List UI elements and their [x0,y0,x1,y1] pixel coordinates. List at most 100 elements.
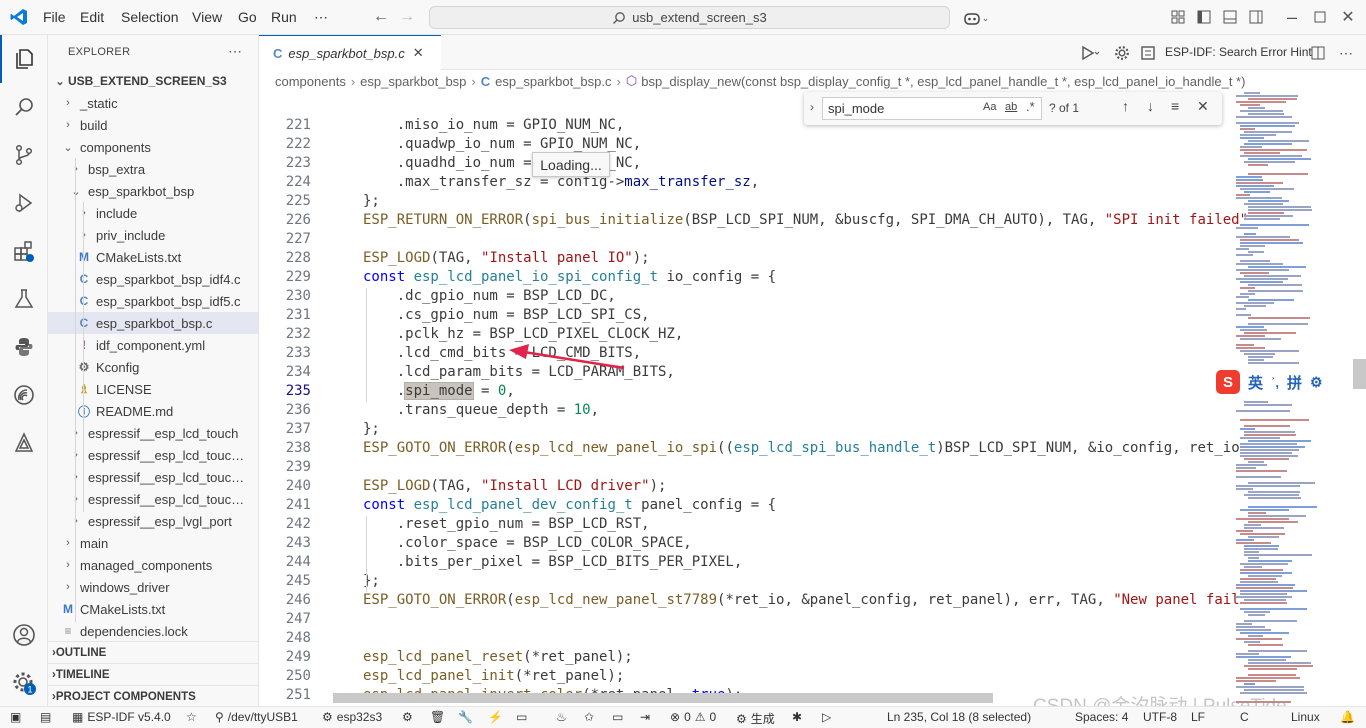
more-actions-icon[interactable]: ⋯ [1337,44,1355,62]
tree-folder[interactable]: › espressif__esp_lvgl_port [48,510,258,532]
run-play-icon[interactable]: ▷ [822,710,831,724]
tree-file[interactable]: Cesp_sparkbot_bsp.c [48,312,258,334]
tree-file[interactable]: ⚙ Kconfig [48,356,258,378]
menu-edit[interactable]: Edit [80,9,104,25]
ime-settings-gear-icon[interactable]: ⚙ [1310,374,1323,391]
serial-port[interactable]: ⚲/dev/ttyUSB1 [215,710,298,724]
tree-folder[interactable]: › managed_components [48,554,258,576]
trash-icon[interactable]: 🗑 [430,710,445,724]
breadcrumb-file[interactable]: esp_sparkbot_bsp.c [495,74,611,89]
code-line[interactable]: .trans_queue_depth = 10, [363,402,599,418]
testing-flask-icon[interactable] [0,275,48,323]
tree-file[interactable]: M CMakeLists.txt [48,598,258,620]
board-icon[interactable]: ▤ [40,710,51,724]
build-button[interactable]: ⚙ 生成 [736,710,775,727]
code-line[interactable]: .color_space = BSP_LCD_COLOR_SPACE, [363,535,692,551]
code-line[interactable]: .spi_mode = 0, [363,382,515,400]
tree-file[interactable]: Cesp_sparkbot_bsp_idf5.c [48,290,258,312]
tree-file[interactable]: ≡ dependencies.lock [48,620,258,642]
copilot-icon[interactable]: ⌄ [962,9,990,27]
tree-folder[interactable]: › espressif__esp_lcd_touc… [48,488,258,510]
code-line[interactable]: .dc_gpio_num = BSP_LCD_DC, [363,288,616,304]
customize-layout-icon[interactable] [1170,9,1186,25]
debug-bug-icon[interactable]: ✱ [792,710,802,724]
code-line[interactable]: }; [363,193,380,209]
breadcrumb-components[interactable]: components [275,74,346,89]
minimize-icon[interactable]: – [1284,7,1300,27]
code-line[interactable]: .quadwp_io_num = GPIO_NUM_NC, [363,136,641,152]
monitor-icon[interactable]: ▭ [516,710,527,724]
find-input[interactable]: spi_mode Aa ab .* [822,97,1042,120]
toggle-primary-sidebar-icon[interactable] [1196,9,1212,25]
code-line[interactable]: ESP_GOTO_ON_ERROR(esp_lcd_new_panel_io_s… [363,440,1240,456]
tree-folder[interactable]: › include [48,202,258,224]
code-line[interactable]: esp_lcd_panel_reset(*ret_panel); [363,649,633,665]
ime-toolbar[interactable]: S 英 ʾ, 拼 ⚙ [1212,367,1330,397]
tree-file[interactable]: ♗ LICENSE [48,378,258,400]
close-window-icon[interactable]: ✕ [1340,9,1356,26]
tree-file[interactable]: Cesp_sparkbot_bsp_idf4.c [48,268,258,290]
tree-folder[interactable]: › _static [48,92,258,114]
tree-folder[interactable]: › priv_include [48,224,258,246]
workspace-root[interactable]: ⌄ USB_EXTEND_SCREEN_S3 [48,70,258,92]
breadcrumb-symbol[interactable]: bsp_display_new(const bsp_display_config… [641,74,1245,89]
code-line[interactable]: ESP_LOGD(TAG, "Install LCD driver"); [363,478,666,494]
esp-idf-icon[interactable] [1139,44,1157,62]
horizontal-scrollbar-thumb[interactable] [333,693,993,703]
code-line[interactable]: }; [363,421,380,437]
maximize-icon[interactable] [1312,9,1328,25]
toggle-replace-chevron-icon[interactable]: › [810,100,814,114]
esp-idf-version[interactable]: ▦ ESP-IDF v5.4.0 [72,710,171,724]
vertical-scrollbar-thumb[interactable] [1353,359,1366,389]
ime-pinyin[interactable]: 拼 [1287,372,1302,393]
indentation[interactable]: Spaces: 4 [1075,710,1128,724]
star-outline-icon[interactable]: ✩ [584,710,594,724]
tree-folder[interactable]: › main [48,532,258,554]
ime-mode[interactable]: 英 [1248,372,1263,393]
forward-arrow-icon[interactable]: → [398,8,416,26]
next-match-arrow-icon[interactable]: ↓ [1147,98,1154,114]
ime-punctuation[interactable]: ʾ, [1271,375,1279,390]
code-line[interactable]: .cs_gpio_num = BSP_LCD_SPI_CS, [363,307,650,323]
menu-run[interactable]: Run [271,9,297,25]
language-mode[interactable]: C [1240,710,1249,724]
regex-icon[interactable]: .* [1026,99,1035,114]
espressif-icon[interactable] [0,371,48,419]
code-line[interactable]: .reset_gpio_num = BSP_LCD_RST, [363,516,650,532]
notifications-bell-icon[interactable]: 🔔 [1340,710,1355,724]
menu-go[interactable]: Go [238,9,257,25]
close-tab-icon[interactable]: ✕ [413,45,424,61]
search-view-icon[interactable] [0,83,48,131]
breadcrumb-folder[interactable]: esp_sparkbot_bsp [360,74,466,89]
more-actions-icon[interactable]: ⋯ [228,43,242,60]
toggle-panel-icon[interactable] [1222,9,1238,25]
tree-folder[interactable]: › windows_driver [48,576,258,598]
match-case-icon[interactable]: Aa [983,101,996,113]
tree-folder[interactable]: › build [48,114,258,136]
tree-folder[interactable]: › espressif__esp_lcd_touc… [48,466,258,488]
menu-file[interactable]: File [43,9,66,25]
menu-more[interactable]: ⋯ [314,9,328,26]
tree-folder[interactable]: › bsp_extra [48,158,258,180]
tree-folder[interactable]: ⌄ components [48,136,258,158]
project-components-section[interactable]: › PROJECT COMPONENTS [48,685,258,706]
code-line[interactable]: .bits_per_pixel = BSP_LCD_BITS_PER_PIXEL… [363,554,743,570]
tab-esp-sparkbot-bsp[interactable]: C esp_sparkbot_bsp.c ✕ [259,35,441,70]
toggle-secondary-sidebar-icon[interactable] [1248,9,1264,25]
export-icon[interactable]: ⇥ [640,710,650,724]
line-ending[interactable]: LF [1191,710,1205,724]
timeline-section[interactable]: › TIMELINE [48,663,258,685]
cursor-position[interactable]: Ln 235, Col 18 (8 selected) [887,710,1031,724]
explorer-icon[interactable] [0,35,48,83]
tree-file[interactable]: ⓘREADME.md [48,400,258,422]
run-button-icon[interactable] [1075,44,1105,62]
run-debug-icon[interactable] [0,179,48,227]
minimap[interactable] [1234,92,1336,706]
back-arrow-icon[interactable]: ← [372,8,390,26]
whole-word-icon[interactable]: ab [1005,101,1017,113]
accounts-icon[interactable] [0,611,48,659]
code-line[interactable]: ESP_GOTO_ON_ERROR(esp_lcd_new_panel_st77… [363,592,1240,608]
star-icon[interactable]: ☆ [186,710,197,724]
code-line[interactable]: esp_lcd_panel_init(*ret_panel); [363,668,624,684]
code-line[interactable]: const esp_lcd_panel_io_spi_config_t io_c… [363,269,776,285]
